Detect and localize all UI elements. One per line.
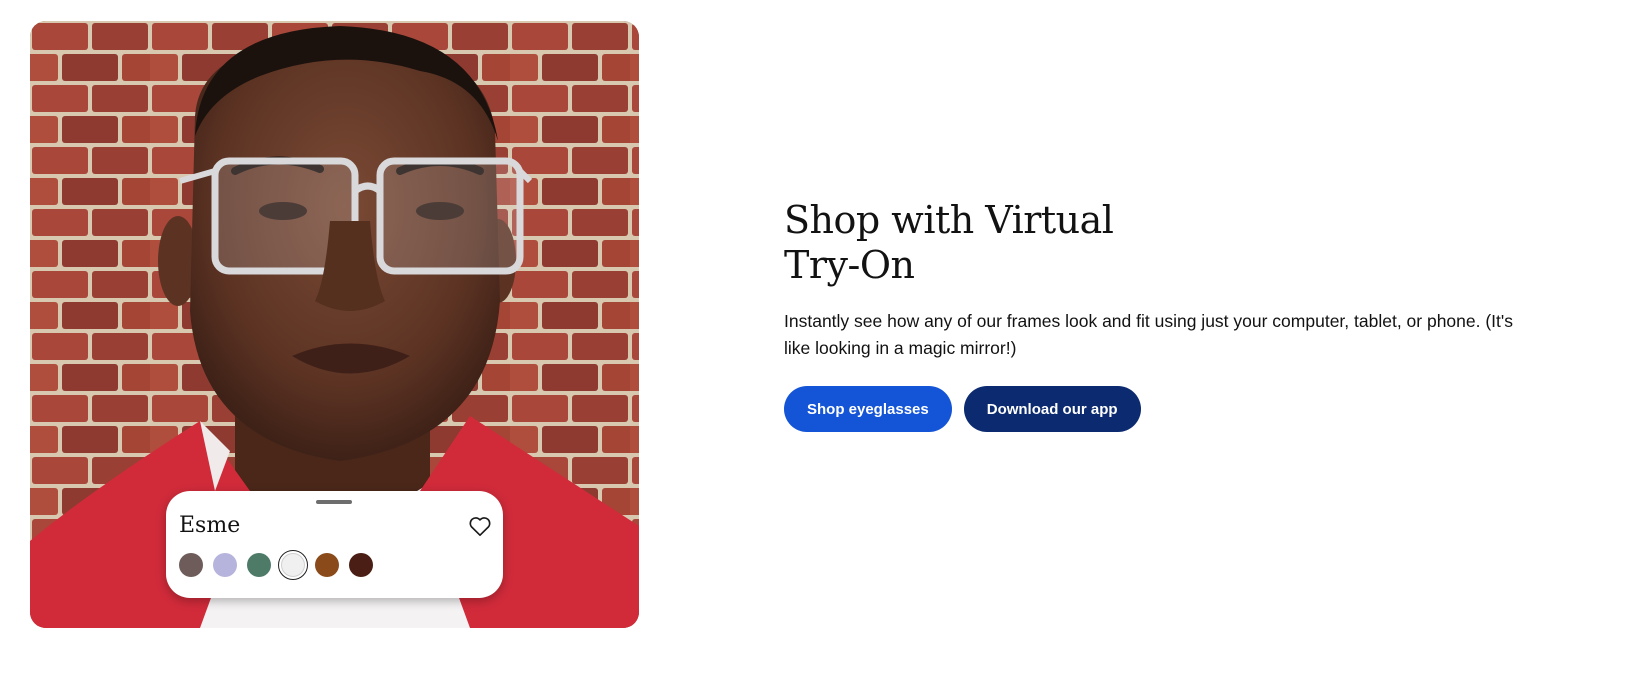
swatch-tortoise-grey[interactable] [179,553,203,577]
download-app-button[interactable]: Download our app [963,386,1141,432]
section-description: Instantly see how any of our frames look… [784,311,1514,358]
section-heading: Shop with Virtual Try-On [784,198,1114,287]
swatch-dark-tortoise[interactable] [349,553,373,577]
shop-eyeglasses-button[interactable]: Shop eyeglasses [784,386,952,432]
frame-selector-panel: Esme [166,491,503,598]
heart-icon [469,517,491,537]
swatch-clear-crystal[interactable] [278,550,308,580]
favorite-button[interactable] [467,513,493,539]
swatch-sage-green[interactable] [247,553,271,577]
cta-buttons: Shop eyeglasses Download our app [784,386,1544,432]
drag-handle[interactable] [316,500,352,504]
swatch-lavender-crystal[interactable] [213,553,237,577]
virtual-try-on-section: Esme Shop with Virtual Try-On Instantly … [0,0,1627,687]
try-on-photo: Esme [30,21,639,628]
frame-name: Esme [179,513,241,538]
promo-content: Shop with Virtual Try-On Instantly see h… [784,198,1544,432]
color-swatches [179,550,373,580]
swatch-amber-tortoise[interactable] [315,553,339,577]
